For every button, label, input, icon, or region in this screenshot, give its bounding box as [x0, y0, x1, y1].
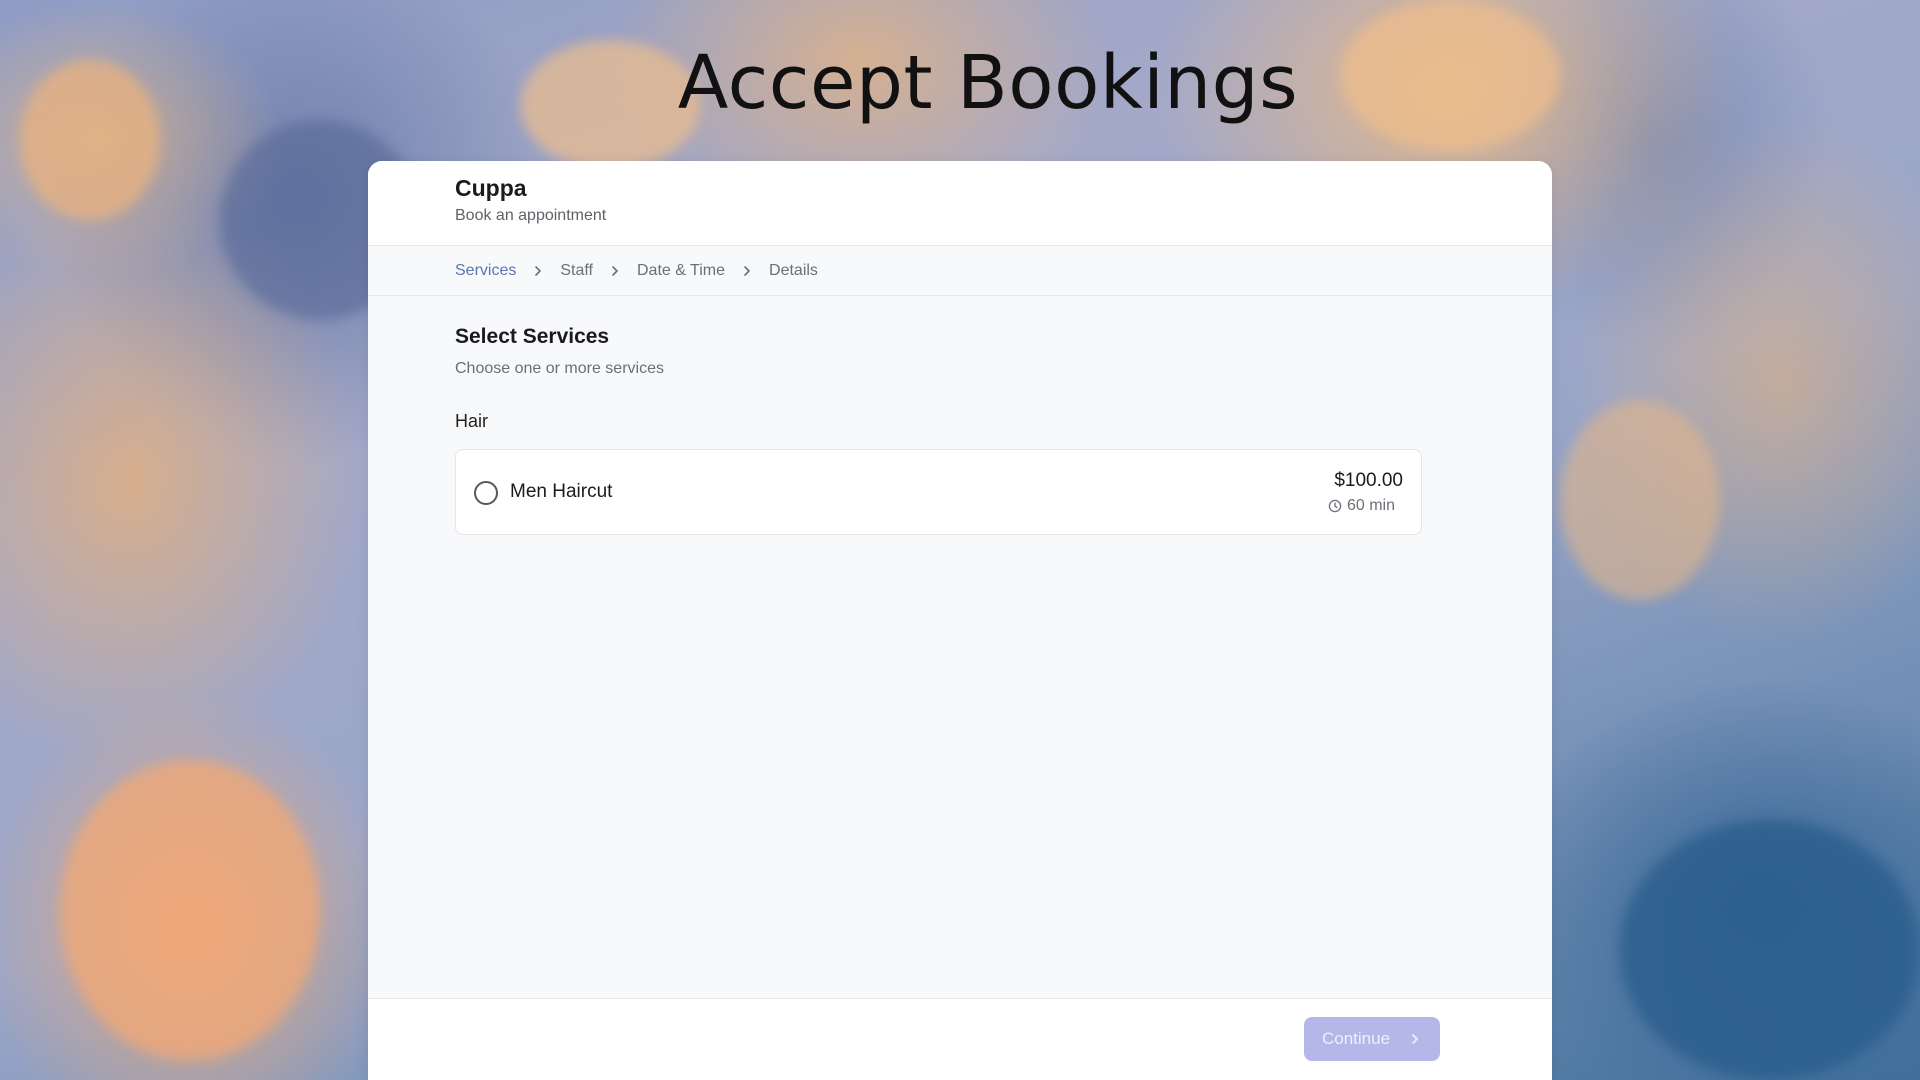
service-duration-text: 60 min [1346, 497, 1395, 514]
continue-button[interactable]: Continue [1304, 1017, 1440, 1061]
clock-icon [1328, 499, 1342, 513]
service-name: Men Haircut [510, 481, 613, 502]
service-radio[interactable] [474, 481, 498, 505]
step-details[interactable]: Details [769, 262, 818, 280]
chevron-right-icon [605, 261, 625, 281]
step-date-time[interactable]: Date & Time [637, 262, 725, 280]
chevron-right-icon [528, 261, 548, 281]
service-price: $100.00 [1334, 470, 1403, 491]
booking-card: Cuppa Book an appointment Services Staff… [368, 161, 1552, 1080]
page-title: Accept Bookings [677, 40, 1299, 126]
service-option-men-haircut[interactable]: Men Haircut $100.00 60 min [455, 449, 1422, 535]
category-title: Hair [455, 411, 489, 431]
booking-steps: Services Staff Date & Time Details [368, 246, 1552, 296]
service-duration: 60 min [1328, 497, 1395, 515]
background-blob [60, 760, 320, 1060]
section-title: Select Services [455, 325, 610, 348]
continue-label: Continue [1321, 1029, 1391, 1048]
background-blob [1560, 400, 1720, 600]
chevron-right-icon [1412, 1034, 1418, 1044]
section-subtitle: Choose one or more services [455, 360, 664, 377]
background-blob [1620, 820, 1920, 1080]
step-staff[interactable]: Staff [560, 262, 593, 280]
chevron-right-icon [737, 261, 757, 281]
booking-footer: Continue [368, 998, 1552, 1080]
breadcrumb: Services Staff Date & Time Details [455, 246, 818, 295]
booking-header: Cuppa Book an appointment [368, 161, 1552, 246]
business-name: Cuppa [455, 175, 527, 201]
step-services[interactable]: Services [455, 262, 516, 280]
business-subtitle: Book an appointment [455, 207, 607, 224]
